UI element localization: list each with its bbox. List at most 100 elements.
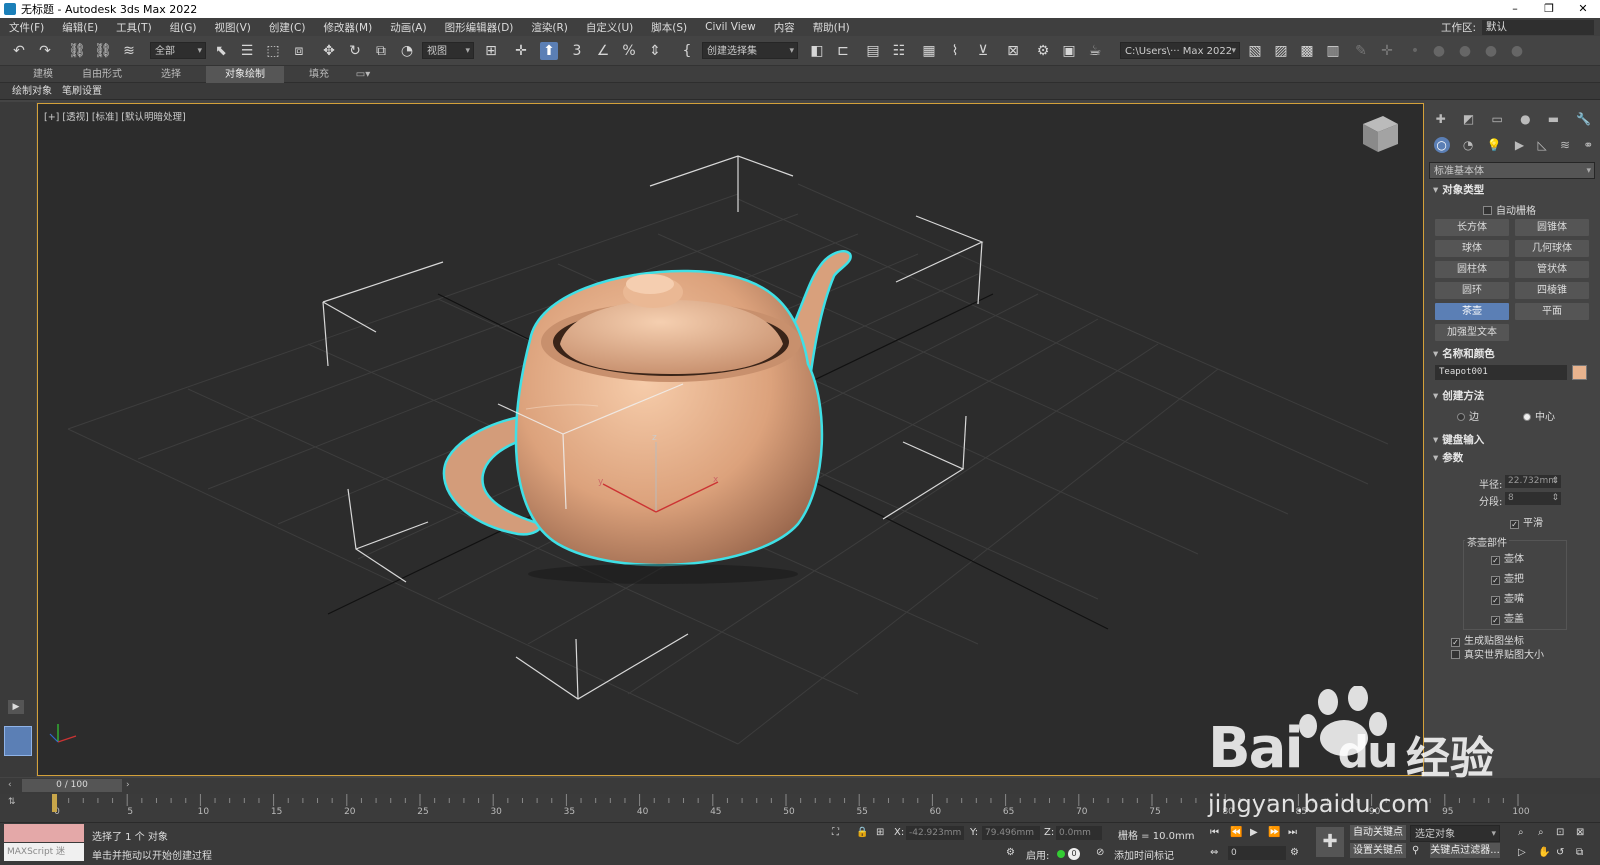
utilities-tab-icon[interactable]: 🔧	[1576, 112, 1591, 126]
lights-icon[interactable]: 💡	[1487, 138, 1502, 152]
rotate-icon[interactable]: ↻	[346, 42, 364, 60]
menu-item-9[interactable]: 渲染(R)	[522, 20, 577, 35]
pyramid-button[interactable]: 四棱锥	[1515, 282, 1589, 299]
zoom-all-icon[interactable]: ⌕	[1538, 827, 1544, 838]
link-icon[interactable]: ⛓	[68, 42, 86, 60]
real-world-map-checkbox[interactable]: 真实世界贴图大小	[1451, 646, 1544, 661]
mirror-icon[interactable]: ◧	[808, 42, 826, 60]
rect-selection-icon[interactable]: ⬚	[264, 42, 282, 60]
zoom-extents-all-icon[interactable]: ⊠	[1576, 827, 1584, 838]
curve-editor-icon[interactable]: ⌇	[946, 42, 964, 60]
open-project-icon[interactable]: ▨	[1272, 42, 1290, 60]
expand-layout-icon[interactable]: ▶	[8, 700, 24, 714]
pan-icon[interactable]: ✋	[1538, 847, 1550, 858]
object-color-swatch[interactable]	[1572, 365, 1587, 380]
minimize-icon[interactable]: –	[1498, 0, 1532, 18]
enable-status-icon[interactable]	[1057, 850, 1065, 858]
curve-editor-mini-icon[interactable]: ⇅	[8, 797, 48, 819]
save-project-icon[interactable]: ▩	[1298, 42, 1316, 60]
move-icon[interactable]: ✥	[320, 42, 338, 60]
y-coord-field[interactable]: 79.496mm	[982, 826, 1040, 840]
subtab-paint-objects[interactable]: 绘制对象	[12, 83, 52, 100]
close-icon[interactable]: ✕	[1566, 0, 1600, 18]
pivot-center-icon[interactable]: ⊞	[482, 42, 500, 60]
tab-object-paint[interactable]: 对象绘制	[206, 66, 284, 83]
lid-checkbox[interactable]: ✓ 壶盖	[1491, 610, 1524, 625]
keyboard-shortcut-toggle-icon[interactable]: ⬆	[540, 42, 558, 60]
sphere-medium-icon[interactable]: ●	[1456, 42, 1474, 60]
menu-item-1[interactable]: 编辑(E)	[53, 20, 107, 35]
menu-item-7[interactable]: 动画(A)	[381, 20, 435, 35]
teapot-button[interactable]: 茶壶	[1435, 303, 1509, 320]
space-warps-icon[interactable]: ≋	[1560, 138, 1570, 152]
add-time-tag-icon[interactable]: ⊘	[1096, 847, 1104, 858]
sphere-xlarge-icon[interactable]: ●	[1508, 42, 1526, 60]
plane-button[interactable]: 平面	[1515, 303, 1589, 320]
key-mode-icon[interactable]: ⇔	[1210, 847, 1218, 858]
scene-explorer-icon[interactable]: ▤	[864, 42, 882, 60]
ribbon-toggle-icon[interactable]: ▦	[920, 42, 938, 60]
name-color-rollout[interactable]: 名称和颜色	[1433, 346, 1595, 362]
go-to-start-icon[interactable]: ⏮	[1210, 827, 1219, 838]
tab-freeform[interactable]: 自由形式	[72, 66, 132, 83]
align-icon[interactable]: ⊏	[834, 42, 852, 60]
maxscript-mini-listener[interactable]: MAXScript 迷	[4, 843, 84, 861]
geometry-icon[interactable]: ○	[1433, 137, 1450, 153]
menu-item-0[interactable]: 文件(F)	[0, 20, 53, 35]
project-path-dropdown[interactable]: C:\Users\··· Max 2022	[1120, 42, 1240, 60]
z-coord-field[interactable]: 0.0mm	[1056, 826, 1102, 840]
spout-checkbox[interactable]: ✓ 壶嘴	[1491, 590, 1524, 605]
add-icon[interactable]: ✛	[1378, 42, 1396, 60]
placement-icon[interactable]: ◔	[398, 42, 416, 60]
select-manipulate-icon[interactable]: ✛	[512, 42, 530, 60]
angle-snap-icon[interactable]: ∠	[594, 42, 612, 60]
create-tab-icon[interactable]: ✚	[1436, 112, 1446, 126]
orbit-icon[interactable]: ↺	[1556, 847, 1564, 858]
snaps-toggle-icon[interactable]: 3	[568, 42, 586, 60]
sphere-large-icon[interactable]: ●	[1482, 42, 1500, 60]
spinner-snap-icon[interactable]: ⇕	[646, 42, 664, 60]
ref-coord-dropdown[interactable]: 视图	[422, 42, 474, 60]
render-setup-icon[interactable]: ⚙	[1034, 42, 1052, 60]
scale-icon[interactable]: ⧉	[372, 42, 390, 60]
unlink-icon[interactable]: ⛓	[94, 42, 112, 60]
add-time-tag[interactable]: 添加时间标记	[1114, 847, 1174, 862]
menu-item-12[interactable]: Civil View	[696, 21, 765, 33]
dot-icon[interactable]: •	[1406, 42, 1424, 60]
workspace-dropdown[interactable]: 默认	[1482, 20, 1594, 35]
torus-button[interactable]: 圆环	[1435, 282, 1509, 299]
maximize-viewport-icon[interactable]: ⧉	[1576, 847, 1583, 858]
set-key-big-icon[interactable]: ✚	[1316, 827, 1344, 857]
rendered-frame-icon[interactable]: ▣	[1060, 42, 1078, 60]
center-radio[interactable]: 中心	[1523, 408, 1555, 423]
smooth-checkbox[interactable]: ✓ 平滑	[1510, 514, 1543, 529]
set-key-button[interactable]: 设置关键点	[1350, 843, 1406, 858]
creation-method-rollout[interactable]: 创建方法	[1433, 388, 1595, 404]
next-frame-icon[interactable]: ›	[126, 780, 130, 790]
modify-tab-icon[interactable]: ◩	[1463, 112, 1474, 126]
menu-item-6[interactable]: 修改器(M)	[314, 20, 381, 35]
cone-button[interactable]: 圆锥体	[1515, 219, 1589, 236]
layer-explorer-icon[interactable]: ☷	[890, 42, 908, 60]
schematic-view-icon[interactable]: ⊻	[974, 42, 992, 60]
tab-modeling[interactable]: 建模	[18, 66, 68, 83]
x-coord-field[interactable]: -42.923mm	[906, 826, 964, 840]
body-checkbox[interactable]: ✓ 壶体	[1491, 550, 1524, 565]
select-object-icon[interactable]: ⬉	[212, 42, 230, 60]
menu-item-3[interactable]: 组(G)	[161, 20, 206, 35]
isolate-selection-icon[interactable]: ⛶	[832, 827, 839, 838]
gen-mapping-checkbox[interactable]: ✓ 生成贴图坐标	[1451, 632, 1524, 647]
time-cursor[interactable]	[52, 794, 57, 812]
menu-item-8[interactable]: 图形编辑器(D)	[436, 20, 523, 35]
absolute-mode-icon[interactable]: ⊞	[876, 827, 884, 838]
project-folder-icon[interactable]: ▧	[1246, 42, 1264, 60]
play-icon[interactable]: ▶	[1250, 827, 1258, 838]
box-button[interactable]: 长方体	[1435, 219, 1509, 236]
field-of-view-icon[interactable]: ▷	[1518, 847, 1526, 858]
menu-item-5[interactable]: 创建(C)	[260, 20, 315, 35]
key-filters-icon[interactable]: ⚲	[1412, 845, 1419, 856]
redo-icon[interactable]: ↷	[36, 42, 54, 60]
helpers-icon[interactable]: ◺	[1537, 138, 1546, 152]
motion-tab-icon[interactable]: ●	[1520, 112, 1530, 126]
maxscript-listener-field[interactable]	[4, 824, 84, 842]
